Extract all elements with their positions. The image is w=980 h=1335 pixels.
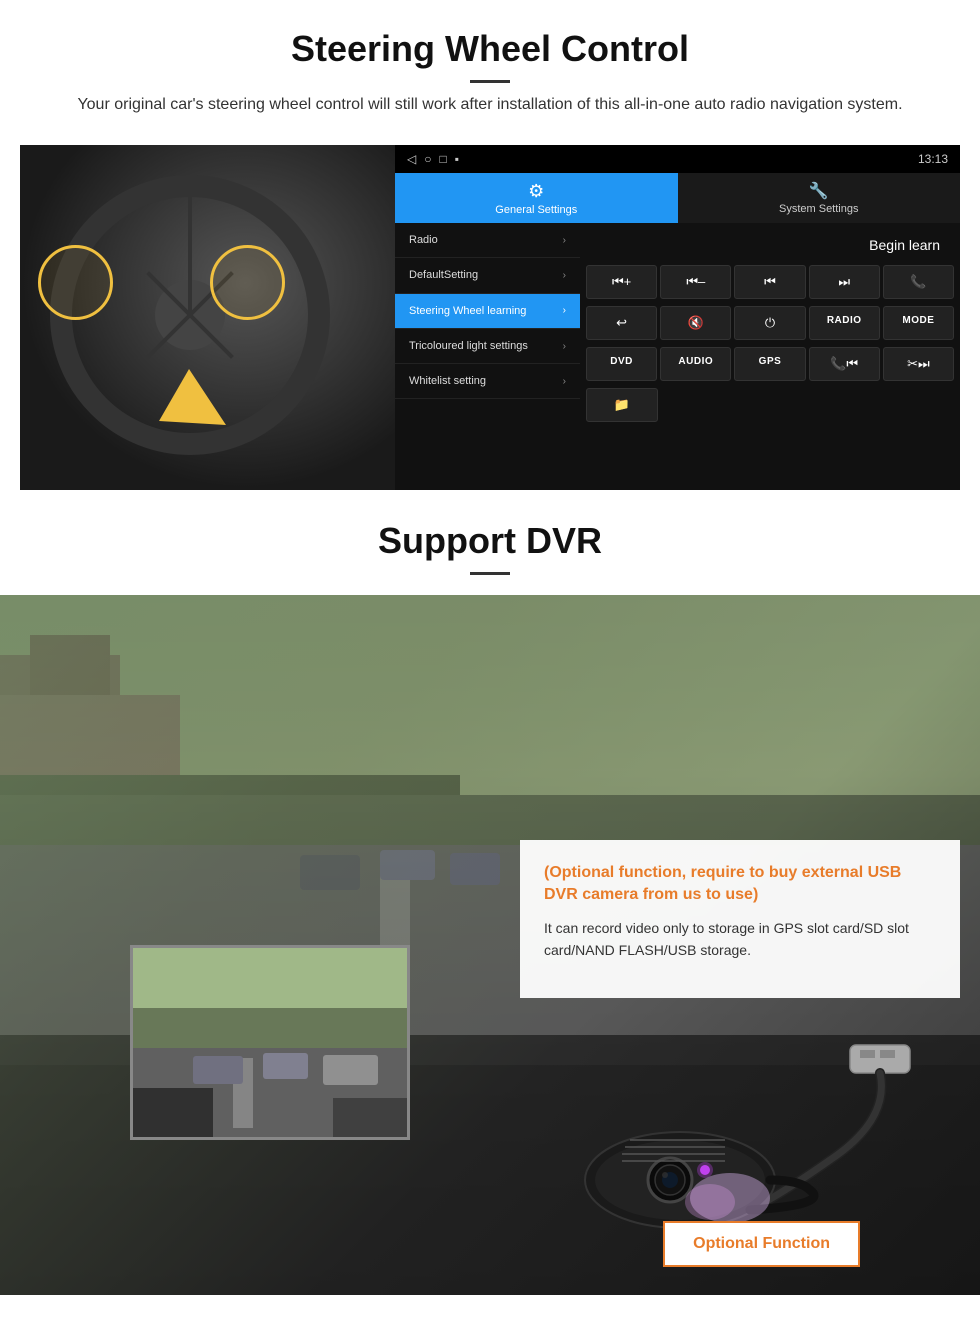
begin-learn-button[interactable]: Begin learn	[861, 233, 948, 257]
menu-item-steering-wheel[interactable]: Steering Wheel learning ›	[395, 294, 580, 329]
tab-system-label: System Settings	[779, 203, 858, 215]
section1: Steering Wheel Control Your original car…	[0, 0, 980, 490]
dvr-thumbnail-svg	[133, 948, 410, 1140]
statusbar-time: 13:13	[918, 152, 948, 166]
title-divider	[470, 80, 510, 83]
menu-arrow-radio: ›	[563, 235, 566, 246]
menu-item-whitelist[interactable]: Whitelist setting ›	[395, 364, 580, 399]
ctrl-back[interactable]: ↩	[586, 306, 657, 340]
dvr-title-area: Support DVR	[0, 490, 980, 595]
dvr-optional-heading: (Optional function, require to buy exter…	[544, 862, 936, 907]
android-tabs: ⚙ General Settings 🔧 System Settings	[395, 173, 960, 223]
dvr-divider	[470, 572, 510, 575]
tab-general-label: General Settings	[495, 204, 577, 216]
home-icon: ○	[424, 152, 431, 166]
menu-item-defaultsetting[interactable]: DefaultSetting ›	[395, 258, 580, 293]
menu-panel: Radio › DefaultSetting › Steering Wheel …	[395, 223, 580, 490]
highlight-circle-right	[210, 245, 285, 320]
controls-grid-row4: 📁	[584, 386, 956, 424]
menu-item-tricoloured[interactable]: Tricoloured light settings ›	[395, 329, 580, 364]
ctrl-phone-prev[interactable]: 📞⏮	[809, 347, 880, 381]
controls-grid-row1: ⏮+ ⏮– ⏮ ⏭ 📞	[584, 263, 956, 301]
gear-icon: ⚙	[528, 181, 544, 202]
menu-icon: ▪	[455, 152, 459, 166]
subtitle-text: Your original car's steering wheel contr…	[60, 93, 920, 117]
ctrl-vol-up[interactable]: ⏮+	[586, 265, 657, 299]
ctrl-radio[interactable]: RADIO	[809, 306, 880, 340]
dvr-thumbnail	[130, 945, 410, 1140]
android-statusbar: ◁ ○ □ ▪ 13:13	[395, 145, 960, 173]
highlight-circle-left	[38, 245, 113, 320]
menu-arrow-whitelist: ›	[563, 376, 566, 387]
arrow-shape	[159, 369, 241, 451]
ctrl-gps[interactable]: GPS	[734, 347, 805, 381]
system-icon: 🔧	[809, 181, 829, 201]
ctrl-next[interactable]: ⏭	[809, 265, 880, 299]
back-icon: ◁	[407, 152, 416, 166]
ctrl-prev[interactable]: ⏮	[734, 265, 805, 299]
menu-arrow-steering: ›	[563, 305, 566, 316]
tab-system-settings[interactable]: 🔧 System Settings	[678, 173, 961, 223]
statusbar-nav-icons: ◁ ○ □ ▪	[407, 152, 459, 166]
menu-steering-label: Steering Wheel learning	[409, 304, 526, 318]
ctrl-audio[interactable]: AUDIO	[660, 347, 731, 381]
controls-grid-row3: DVD AUDIO GPS 📞⏮ ✂⏭	[584, 345, 956, 383]
ctrl-folder[interactable]: 📁	[586, 388, 658, 422]
dvr-title: Support DVR	[20, 520, 960, 562]
dvr-description: It can record video only to storage in G…	[544, 917, 936, 962]
menu-radio-label: Radio	[409, 233, 438, 247]
ctrl-mode[interactable]: MODE	[883, 306, 954, 340]
ctrl-dvd[interactable]: DVD	[586, 347, 657, 381]
ctrl-cut-next[interactable]: ✂⏭	[883, 347, 954, 381]
controls-grid-row2: ↩ 🔇 ⏻ RADIO MODE	[584, 304, 956, 342]
recents-icon: □	[439, 152, 446, 166]
arrow-overlay	[170, 380, 250, 440]
controls-panel: Begin learn ⏮+ ⏮– ⏮ ⏭ 📞 ↩ 🔇 ⏻	[580, 223, 960, 490]
ctrl-mute[interactable]: 🔇	[660, 306, 731, 340]
dvr-camera-svg	[550, 1040, 930, 1240]
section2: Support DVR	[0, 490, 980, 1295]
swc-composite: ◁ ○ □ ▪ 13:13 ⚙ General Settings 🔧 Syste…	[20, 145, 960, 490]
android-content: Radio › DefaultSetting › Steering Wheel …	[395, 223, 960, 490]
ctrl-vol-down[interactable]: ⏮–	[660, 265, 731, 299]
ctrl-phone[interactable]: 📞	[883, 265, 954, 299]
menu-item-radio[interactable]: Radio ›	[395, 223, 580, 258]
menu-defaultsetting-label: DefaultSetting	[409, 268, 478, 282]
dvr-info-card: (Optional function, require to buy exter…	[520, 840, 960, 998]
page-title: Steering Wheel Control	[20, 28, 960, 70]
steering-wheel-photo	[20, 145, 395, 490]
menu-arrow-tricoloured: ›	[563, 341, 566, 352]
title-area: Steering Wheel Control Your original car…	[0, 0, 980, 145]
menu-tricoloured-label: Tricoloured light settings	[409, 339, 528, 353]
optional-function-button[interactable]: Optional Function	[663, 1221, 860, 1267]
menu-whitelist-label: Whitelist setting	[409, 374, 486, 388]
android-panel: ◁ ○ □ ▪ 13:13 ⚙ General Settings 🔧 Syste…	[395, 145, 960, 490]
ctrl-power[interactable]: ⏻	[734, 306, 805, 340]
dvr-composite: (Optional function, require to buy exter…	[0, 595, 980, 1295]
begin-learn-row: Begin learn	[584, 227, 956, 263]
tab-general-settings[interactable]: ⚙ General Settings	[395, 173, 678, 223]
menu-arrow-defaultsetting: ›	[563, 270, 566, 281]
